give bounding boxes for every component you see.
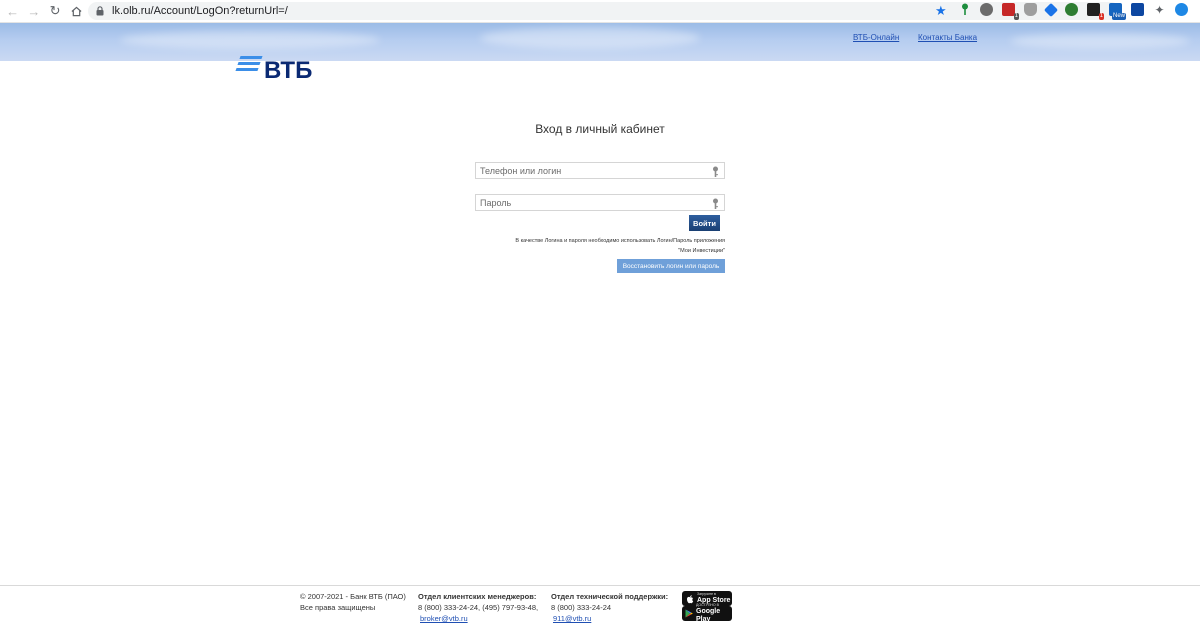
- footer-support: Отдел технической поддержки: 8 (800) 333…: [551, 591, 668, 624]
- managers-heading: Отдел клиентских менеджеров:: [418, 592, 537, 601]
- key-extension-icon[interactable]: [958, 3, 971, 16]
- address-url: lk.olb.ru/Account/LogOn?returnUrl=/: [112, 5, 288, 17]
- footer-copyright: © 2007-2021 - Банк ВТБ (ПАО) Все права з…: [300, 591, 406, 613]
- privacy-extension-icon[interactable]: [980, 3, 993, 16]
- google-play-big: Google Play: [696, 608, 721, 623]
- key-icon: [712, 165, 719, 177]
- page-title: Вход в личный кабинет: [535, 122, 665, 136]
- header-link-bank-contacts[interactable]: Контакты Банка: [918, 33, 977, 42]
- browser-nav: ← → ↻: [0, 1, 86, 21]
- managers-email-link[interactable]: broker@vtb.ru: [418, 614, 468, 623]
- login-button[interactable]: Войти: [689, 215, 720, 231]
- shield-extension-icon[interactable]: [1024, 3, 1037, 16]
- home-icon[interactable]: [67, 1, 86, 21]
- adblock-extension-icon[interactable]: 1: [1002, 3, 1019, 20]
- key-icon: [712, 197, 719, 209]
- extension-badge: 1: [1098, 13, 1104, 20]
- header-cloud: [480, 27, 700, 49]
- browser-toolbar: ← → ↻ lk.olb.ru/Account/LogOn?returnUrl=…: [0, 0, 1200, 23]
- vtb-logo[interactable]: ВТБ: [235, 56, 327, 86]
- pen-extension-icon[interactable]: [1043, 2, 1059, 17]
- copyright-text: © 2007-2021 - Банк ВТБ (ПАО): [300, 592, 406, 601]
- footer-managers: Отдел клиентских менеджеров: 8 (800) 333…: [418, 591, 538, 624]
- header-link-vtb-online[interactable]: ВТБ-Онлайн: [853, 33, 899, 42]
- header-cloud: [120, 31, 380, 49]
- forward-arrow-icon[interactable]: →: [24, 1, 43, 21]
- header-cloud: [1010, 33, 1190, 49]
- support-email-link[interactable]: 911@vtb.ru: [551, 614, 591, 623]
- login-note-line: В качестве Логина и пароля необходимо ис…: [515, 238, 725, 244]
- logo-stripe: [239, 56, 263, 59]
- profile-extension-icon[interactable]: [1175, 3, 1188, 16]
- footer-divider: [0, 585, 1200, 586]
- password-field[interactable]: [475, 194, 725, 211]
- translate-extension-icon[interactable]: [1131, 3, 1144, 16]
- login-input[interactable]: [480, 165, 700, 176]
- globe-extension-icon[interactable]: [1065, 3, 1078, 16]
- google-play-text: ДОСТУПНО В Google Play: [696, 603, 732, 624]
- restore-credentials-button[interactable]: Восстановить логин или пароль: [617, 259, 725, 273]
- support-heading: Отдел технической поддержки:: [551, 592, 669, 601]
- bookmark-star-icon[interactable]: ★: [935, 4, 947, 18]
- new-extension-icon[interactable]: New: [1109, 3, 1126, 20]
- login-field[interactable]: [475, 162, 725, 179]
- logo-stripe: [235, 68, 259, 71]
- managers-phones: 8 (800) 333-24-24, (495) 797-93-48,: [418, 603, 539, 612]
- chat-extension-icon[interactable]: 1: [1087, 3, 1104, 20]
- logo-stripe: [237, 62, 261, 65]
- back-arrow-icon[interactable]: ←: [3, 1, 22, 21]
- extension-badge: New: [1111, 13, 1126, 20]
- rights-text: Все права защищены: [300, 603, 376, 612]
- site-header: ВТБ-Онлайн Контакты Банка: [0, 23, 1200, 61]
- puzzle-extension-icon[interactable]: ✦: [1153, 3, 1166, 17]
- google-play-badge[interactable]: ДОСТУПНО В Google Play: [682, 603, 732, 624]
- login-note-line: "Мои Инвестиции": [678, 248, 725, 254]
- password-input[interactable]: [480, 197, 700, 208]
- login-note: В качестве Логина и пароля необходимо ис…: [475, 236, 725, 256]
- logo-stripes: [235, 56, 263, 72]
- apple-icon: [685, 594, 694, 604]
- extensions-bar: 1 1 New ✦: [958, 2, 1188, 20]
- support-phone: 8 (800) 333-24-24: [551, 603, 612, 612]
- google-play-icon: [685, 609, 693, 619]
- lock-icon[interactable]: [96, 6, 106, 16]
- reload-icon[interactable]: ↻: [46, 1, 65, 21]
- logo-text: ВТБ: [264, 57, 313, 84]
- extension-badge: 1: [1013, 13, 1019, 20]
